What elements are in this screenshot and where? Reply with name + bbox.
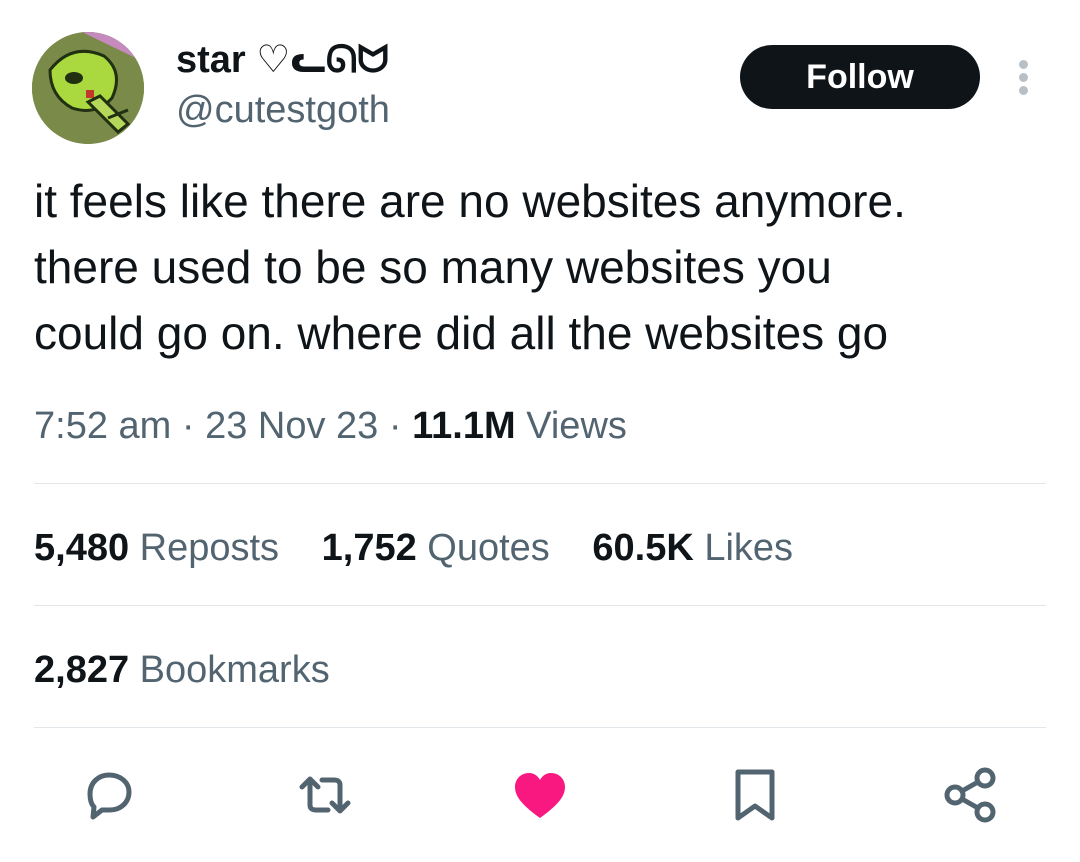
divider — [34, 605, 1046, 606]
action-bar — [0, 760, 1080, 830]
bookmarks-label: Bookmarks — [139, 649, 330, 691]
bookmarks-count: 2,827 — [34, 649, 130, 691]
divider — [34, 727, 1046, 728]
tweet-meta: 7:52 am · 23 Nov 23 · 11.1M Views — [34, 400, 627, 452]
views-count: 11.1M — [412, 405, 516, 447]
repost-icon[interactable] — [290, 760, 360, 830]
cartoon-robot-avatar-icon — [32, 32, 144, 144]
bookmark-icon[interactable] — [720, 760, 790, 830]
display-name[interactable]: star ♡ᓚᘏᗢ — [176, 36, 389, 84]
meta-separator: · — [388, 405, 402, 447]
reposts-stat[interactable]: 5,480 Reposts — [34, 522, 279, 574]
reply-icon[interactable] — [73, 760, 143, 830]
avatar[interactable] — [32, 32, 144, 144]
likes-stat[interactable]: 60.5K Likes — [592, 522, 793, 574]
meta-separator: · — [181, 405, 195, 447]
views-label: Views — [526, 405, 627, 447]
divider — [34, 483, 1046, 484]
dot — [1019, 73, 1028, 82]
user-handle[interactable]: @cutestgoth — [176, 86, 390, 134]
reposts-label: Reposts — [139, 527, 280, 569]
likes-label: Likes — [704, 527, 794, 569]
tweet-date[interactable]: 23 Nov 23 — [205, 405, 378, 447]
more-options-icon[interactable] — [1010, 58, 1038, 98]
reposts-count: 5,480 — [34, 527, 130, 569]
quotes-label: Quotes — [427, 527, 550, 569]
quotes-stat[interactable]: 1,752 Quotes — [322, 522, 550, 574]
like-icon-filled[interactable] — [505, 760, 575, 830]
likes-count: 60.5K — [592, 527, 694, 569]
follow-button[interactable]: Follow — [740, 45, 980, 109]
dot — [1019, 60, 1028, 69]
tweet-time[interactable]: 7:52 am — [34, 405, 171, 447]
engagement-stats: 5,480 Reposts 1,752 Quotes 60.5K Likes — [34, 522, 825, 574]
bookmarks-stat[interactable]: 2,827 Bookmarks — [34, 644, 330, 696]
share-icon[interactable] — [935, 760, 1005, 830]
tweet-text: it feels like there are no websites anym… — [34, 175, 906, 359]
dot — [1019, 86, 1028, 95]
quotes-count: 1,752 — [321, 527, 417, 569]
